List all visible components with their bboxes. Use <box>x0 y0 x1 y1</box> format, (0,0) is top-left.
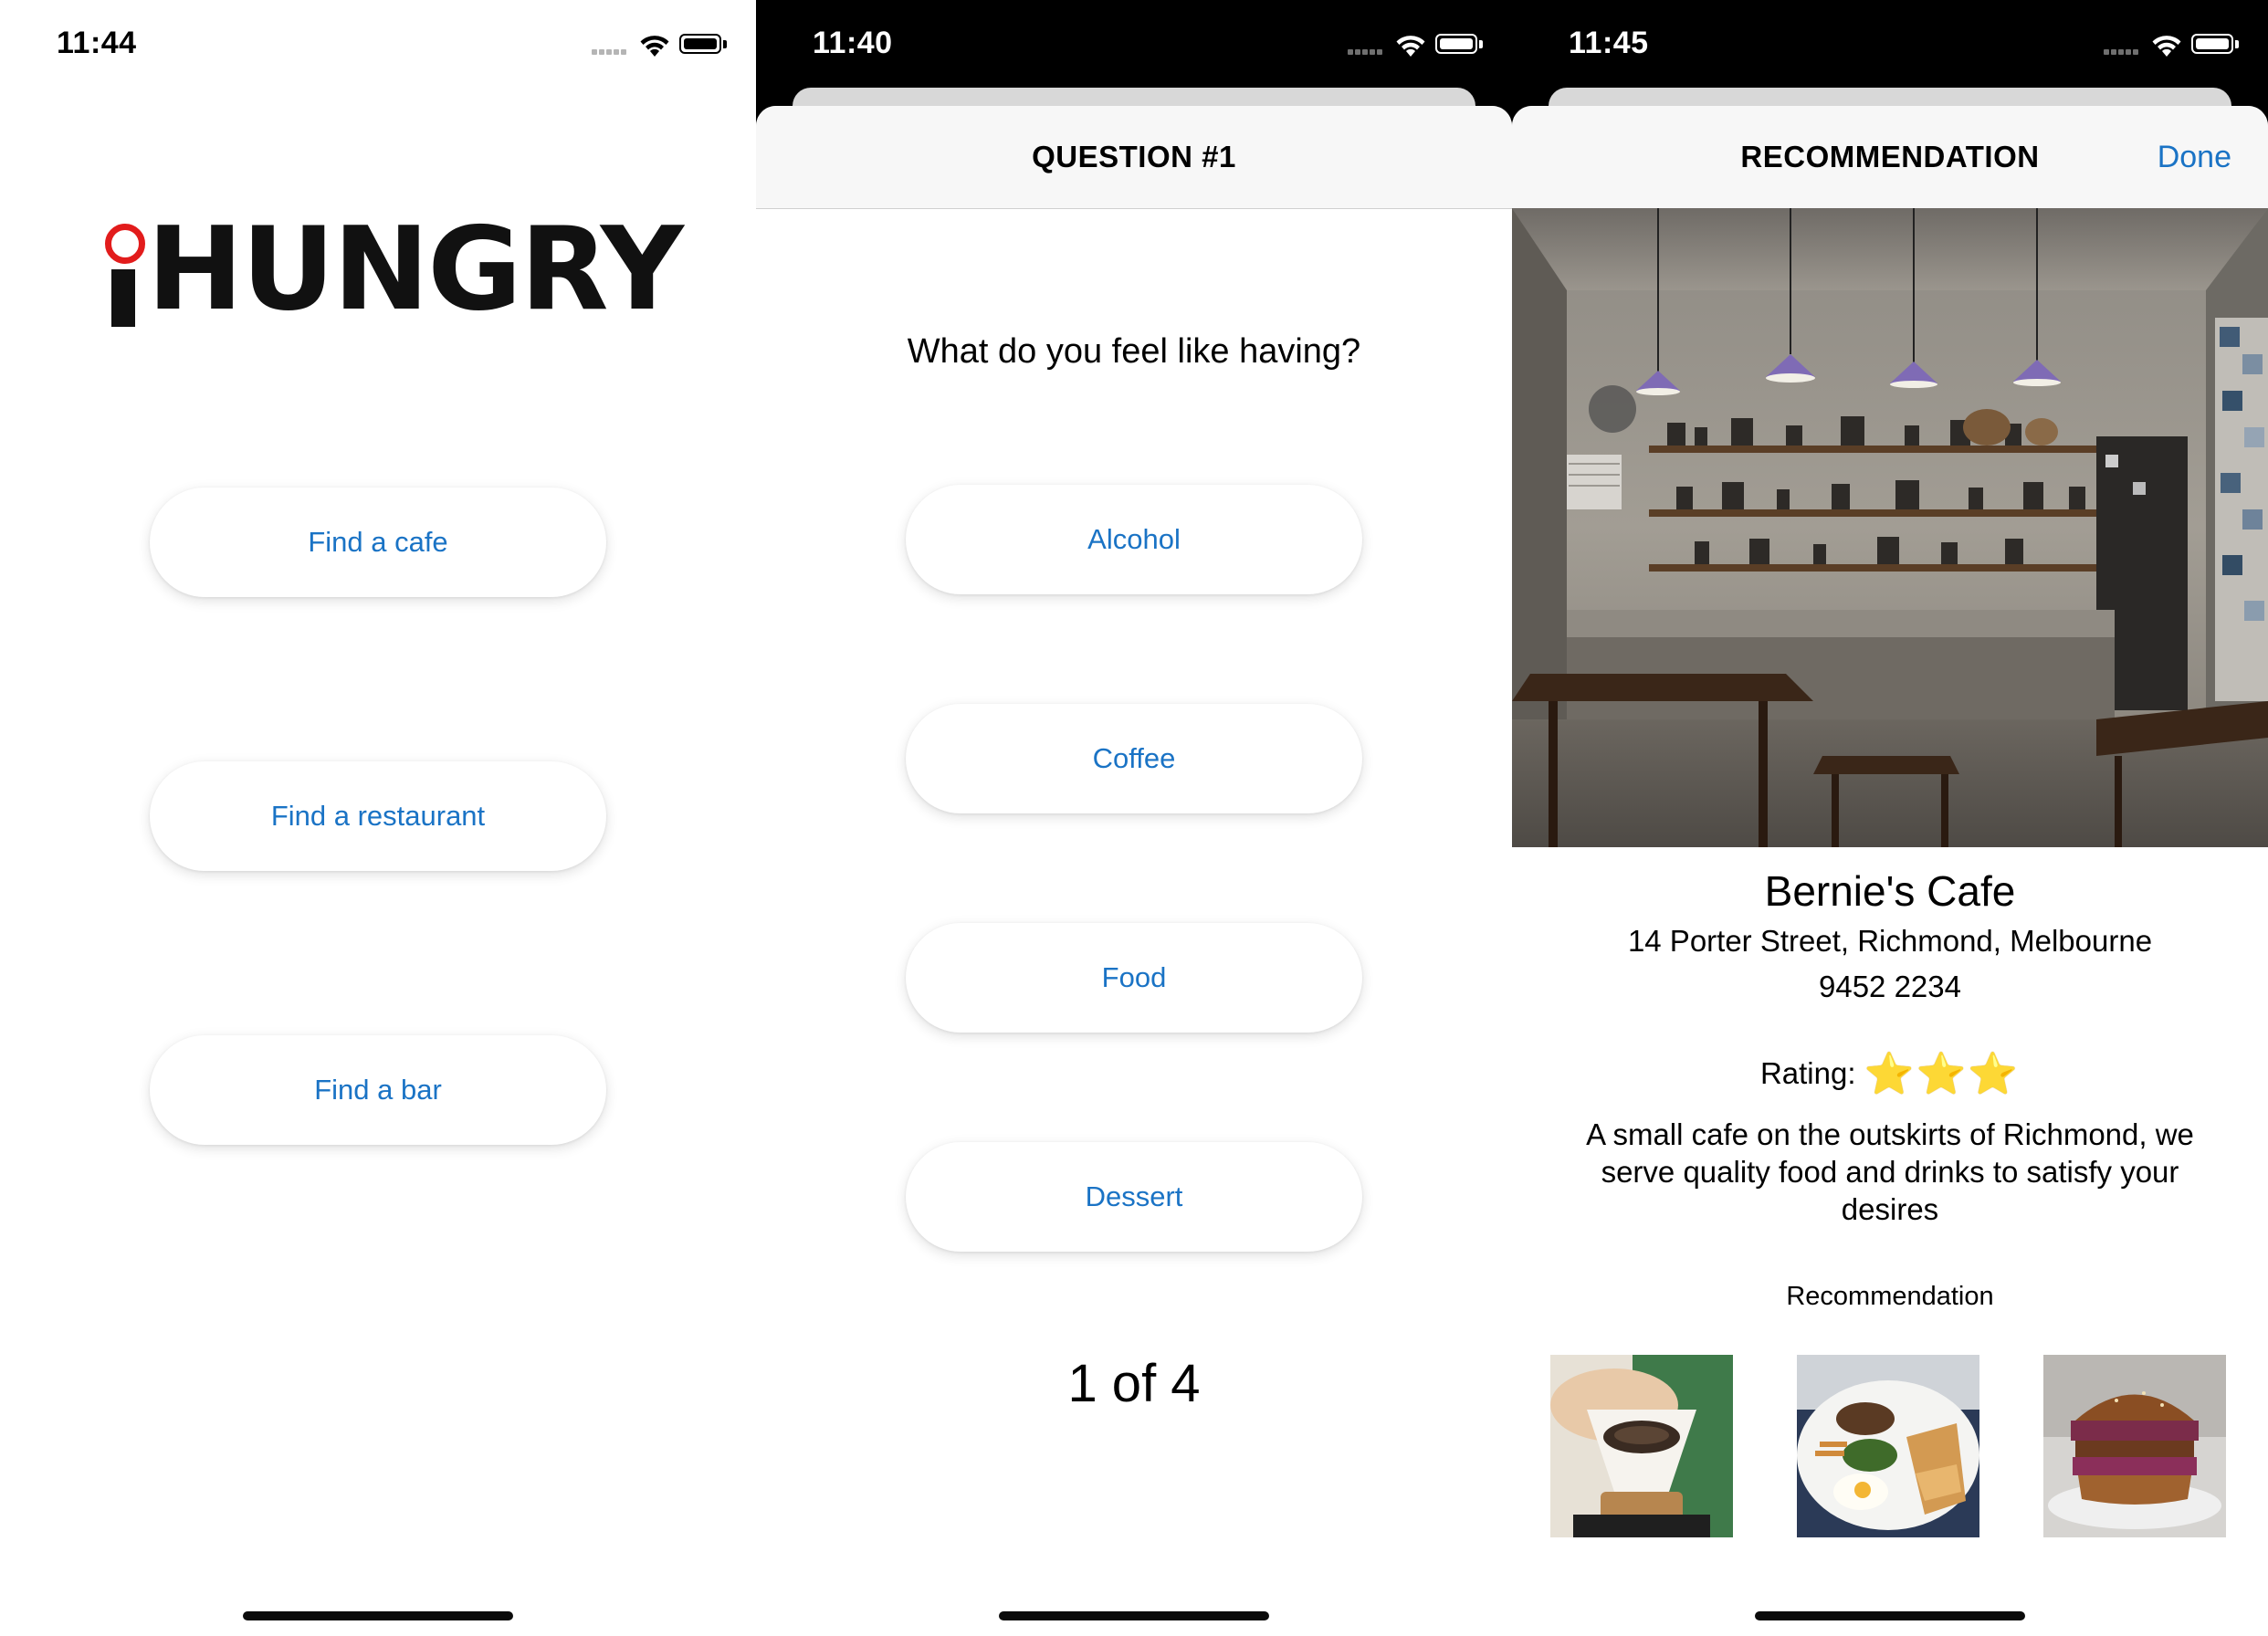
status-bar: 11:45 <box>1512 0 2268 91</box>
battery-icon <box>679 34 721 54</box>
question-text: What do you feel like having? <box>907 332 1361 371</box>
navigation-bar: RECOMMENDATION Done <box>1512 106 2268 209</box>
wifi-icon <box>1396 36 1425 57</box>
option-dessert-button[interactable]: Dessert <box>906 1142 1362 1252</box>
option-alcohol-button[interactable]: Alcohol <box>906 485 1362 594</box>
cellular-signal-icon <box>2104 47 2138 55</box>
done-button[interactable]: Done <box>2158 106 2231 208</box>
cafe-rating: Rating: ⭐⭐⭐ <box>1512 1050 2268 1097</box>
cellular-signal-icon <box>1348 47 1382 55</box>
logo-i-stem <box>111 269 135 327</box>
cafe-interior-image <box>1512 208 2268 847</box>
status-time: 11:44 <box>57 26 137 60</box>
battery-icon <box>1435 34 1477 54</box>
rating-label: Rating: <box>1759 1056 1856 1090</box>
recommendation-thumbnail[interactable] <box>1797 1355 1979 1537</box>
cellular-signal-icon <box>592 47 626 55</box>
home-indicator[interactable] <box>1755 1611 2025 1620</box>
cafe-photo <box>1512 208 2268 847</box>
home-indicator[interactable] <box>999 1611 1269 1620</box>
breakfast-plate-image <box>1797 1355 1979 1537</box>
status-time: 11:40 <box>813 26 893 60</box>
battery-tip <box>2235 40 2239 48</box>
status-bar: 11:44 <box>0 0 756 91</box>
recommendation-thumbnail[interactable] <box>2043 1355 2226 1537</box>
status-time: 11:45 <box>1569 26 1649 60</box>
nav-title: QUESTION #1 <box>1032 140 1236 173</box>
find-restaurant-button[interactable]: Find a restaurant <box>150 761 606 871</box>
option-food-button[interactable]: Food <box>906 923 1362 1033</box>
find-bar-button[interactable]: Find a bar <box>150 1035 606 1145</box>
status-bar: 11:40 <box>756 0 1512 91</box>
cafe-address: 14 Porter Street, Richmond, Melbourne <box>1627 924 2153 958</box>
logo-wordmark: HUNGRY <box>147 202 684 336</box>
home-screen: 11:44 HUNGRY Find a cafe Find a restaura… <box>0 0 756 1636</box>
option-coffee-button[interactable]: Coffee <box>906 704 1362 813</box>
navigation-bar: QUESTION #1 <box>756 106 1512 209</box>
coffee-dripper-image <box>1550 1355 1733 1537</box>
battery-tip <box>723 40 727 48</box>
question-progress: 1 of 4 <box>1067 1354 1201 1413</box>
recommendation-label: Recommendation <box>1786 1282 1994 1311</box>
wifi-icon <box>640 36 669 57</box>
cafe-name: Bernie's Cafe <box>1764 867 2016 915</box>
rating-stars-icon: ⭐⭐⭐ <box>1864 1052 2021 1096</box>
find-cafe-button[interactable]: Find a cafe <box>150 488 606 597</box>
nav-title: RECOMMENDATION <box>1740 140 2040 173</box>
cafe-phone: 9452 2234 <box>1819 970 1961 1003</box>
recommendation-thumbnail[interactable] <box>1550 1355 1733 1537</box>
cafe-description: A small cafe on the outskirts of Richmon… <box>1586 1117 2194 1226</box>
recommendation-screen: 11:45 RECOMMENDATION Done Bernie's Cafe … <box>1512 0 2268 1636</box>
wifi-icon <box>2152 36 2181 57</box>
battery-tip <box>1479 40 1483 48</box>
app-logo: HUNGRY <box>103 205 684 329</box>
battery-icon <box>2191 34 2233 54</box>
logo-dot-icon <box>105 224 145 264</box>
question-screen: 11:40 QUESTION #1 What do you feel like … <box>756 0 1512 1636</box>
home-indicator[interactable] <box>243 1611 513 1620</box>
recommendation-sheet: RECOMMENDATION Done Bernie's Cafe 14 Por… <box>1512 106 2268 1636</box>
burger-image <box>2043 1355 2226 1537</box>
question-sheet: QUESTION #1 What do you feel like having… <box>756 106 1512 1636</box>
